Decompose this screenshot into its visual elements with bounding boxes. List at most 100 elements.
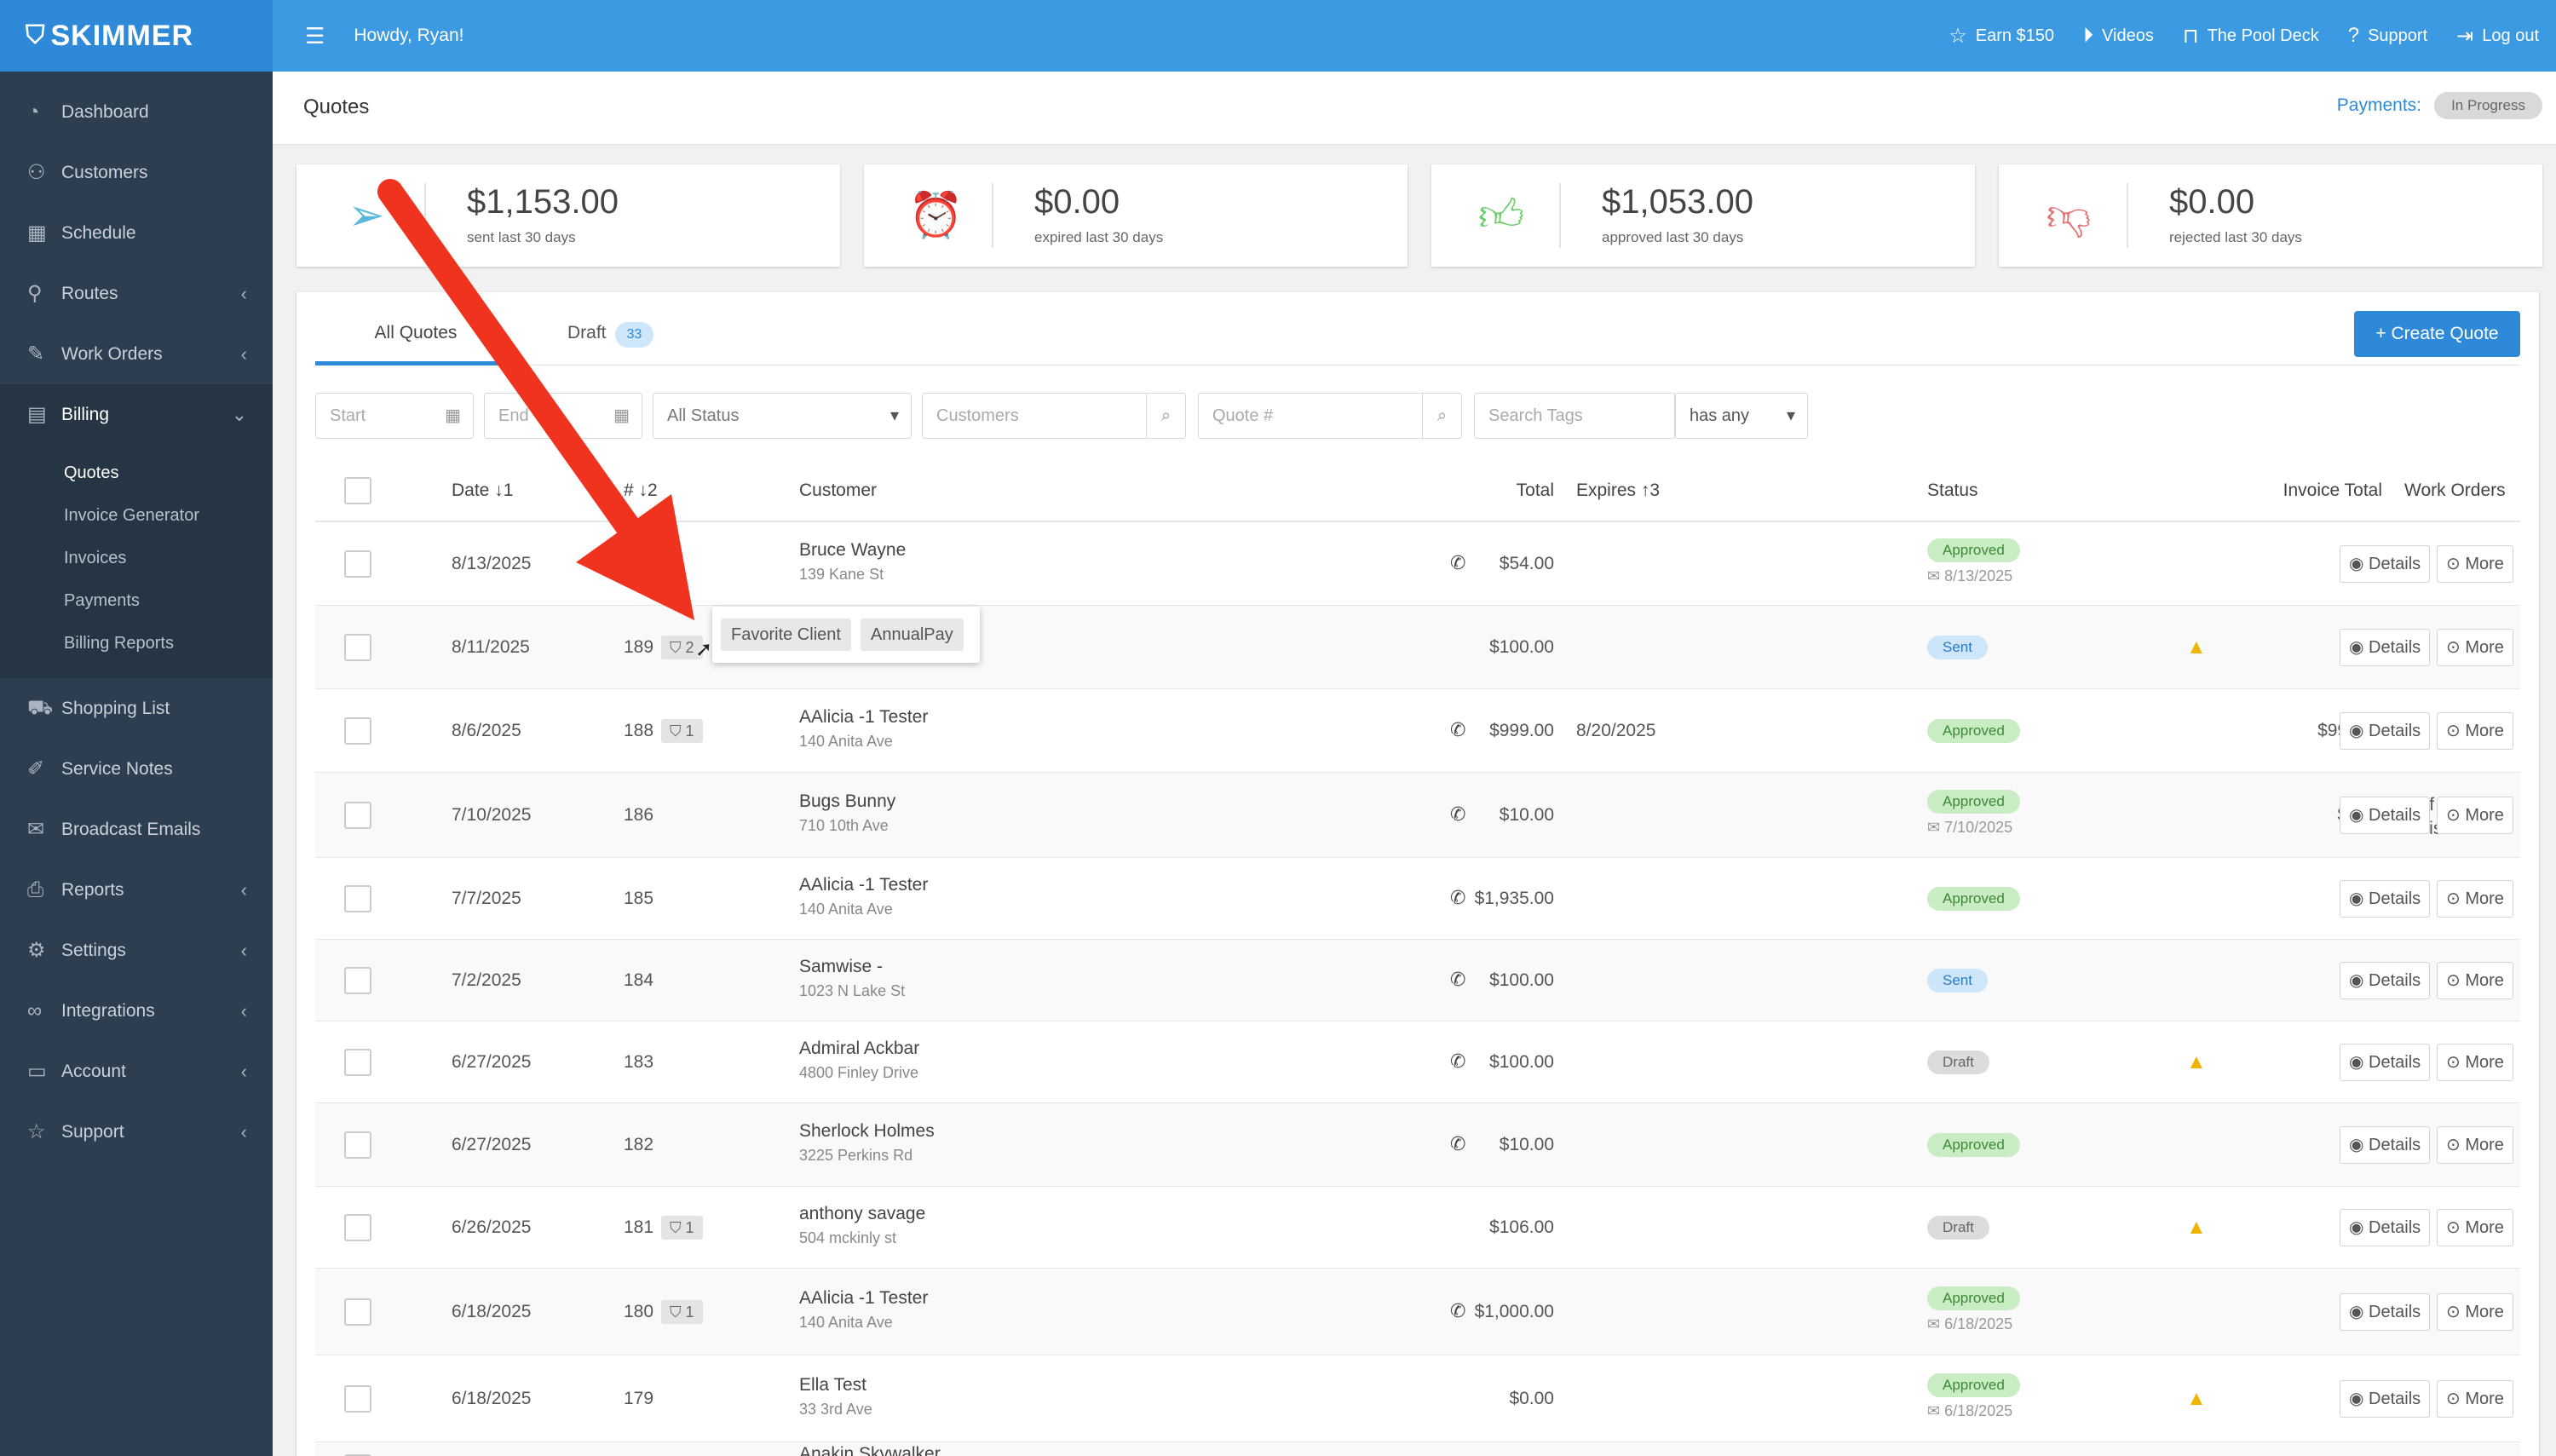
details-button[interactable]: ◉ Details [2340, 1044, 2431, 1081]
sidebar-item-billing[interactable]: ▤ Billing ⌄ [0, 384, 273, 445]
table-row[interactable]: 7/7/2025 185 AAlicia -1 Tester 140 Anita Av… [315, 858, 2520, 940]
row-checkbox[interactable] [344, 550, 371, 578]
details-button[interactable]: ◉ Details [2340, 1126, 2431, 1164]
row-checkbox[interactable] [344, 1214, 371, 1241]
search-tags-input[interactable]: Search Tags [1474, 393, 1675, 439]
more-button[interactable]: ⊙ More [2437, 629, 2513, 666]
row-customer[interactable]: Sherlock Holmes 3225 Perkins Rd [799, 1121, 935, 1165]
status-select[interactable]: All Status ▾ [653, 393, 912, 439]
more-button[interactable]: ⊙ More [2437, 712, 2513, 750]
row-tag-count[interactable]: ⛉ 1 [661, 1300, 703, 1324]
more-button[interactable]: ⊙ More [2437, 880, 2513, 918]
row-customer[interactable]: Bruce Wayne 139 Kane St [799, 540, 906, 584]
column-status[interactable]: Status [1927, 459, 1978, 522]
column-invoice-total[interactable]: Invoice Total [2190, 459, 2382, 522]
table-row[interactable]: 8/6/2025 188 ⛉ 1 AAlicia -1 Tester 140 Anita… [315, 689, 2520, 773]
row-checkbox[interactable] [344, 634, 371, 661]
logout-link[interactable]: ⇥ Log out [2456, 24, 2539, 49]
more-button[interactable]: ⊙ More [2437, 1293, 2513, 1331]
submenu-item-quotes[interactable]: Quotes [0, 452, 273, 494]
sidebar-item-dashboard[interactable]: ◔ Dashboard [0, 82, 273, 142]
column-date[interactable]: Date ↓1 [452, 459, 513, 522]
customers-search-input[interactable]: Customers ⌕ [922, 393, 1186, 439]
row-checkbox[interactable] [344, 1049, 371, 1076]
submenu-item-invoices[interactable]: Invoices [0, 537, 273, 579]
more-button[interactable]: ⊙ More [2437, 545, 2513, 583]
row-tag-count[interactable]: ⛉ 1 [661, 1216, 703, 1240]
table-row[interactable]: 6/27/2025 183 Admiral Ackbar 4800 Finley Dr… [315, 1022, 2520, 1103]
sidebar-item-routes[interactable]: ⚲ Routes ‹ [0, 263, 273, 324]
details-button[interactable]: ◉ Details [2340, 1380, 2431, 1418]
row-checkbox[interactable] [344, 967, 371, 994]
column-work-orders[interactable]: Work Orders [2404, 459, 2506, 522]
row-customer[interactable]: Ella Test 33 3rd Ave [799, 1375, 872, 1419]
row-customer[interactable]: Bugs Bunny 710 10th Ave [799, 791, 895, 835]
details-button[interactable]: ◉ Details [2340, 797, 2431, 834]
payments-label[interactable]: Payments: [2337, 95, 2421, 116]
earn-link[interactable]: ☆ Earn $150 [1949, 24, 2054, 49]
table-row[interactable]: 7/10/2025 186 Bugs Bunny 710 10th Ave ✆ $10.0… [315, 773, 2520, 858]
sidebar-item-shopping-list[interactable]: ⛟ Shopping List [0, 678, 273, 739]
sidebar-item-work-orders[interactable]: ✎ Work Orders ‹ [0, 324, 273, 384]
row-checkbox[interactable] [344, 1298, 371, 1326]
details-button[interactable]: ◉ Details [2340, 545, 2431, 583]
search-icon[interactable]: ⌕ [1422, 394, 1461, 438]
start-date-input[interactable]: Start ▦ [315, 393, 474, 439]
quote-number-input[interactable]: Quote # ⌕ [1198, 393, 1462, 439]
details-button[interactable]: ◉ Details [2340, 880, 2431, 918]
row-checkbox[interactable] [344, 1385, 371, 1413]
select-all-checkbox[interactable] [344, 477, 371, 504]
sidebar-item-integrations[interactable]: ∞ Integrations ‹ [0, 981, 273, 1041]
row-customer[interactable]: Anakin Skywalker [799, 1444, 941, 1456]
sidebar-item-settings[interactable]: ⚙ Settings ‹ [0, 920, 273, 981]
sidebar-item-broadcast-emails[interactable]: ✉ Broadcast Emails [0, 799, 273, 860]
hamburger-menu-icon[interactable]: ☰ [305, 23, 325, 49]
column-total[interactable]: Total [1338, 459, 1554, 522]
tab-draft[interactable]: Draft 33 [567, 311, 654, 365]
row-customer[interactable]: AAlicia -1 Tester 140 Anita Ave [799, 707, 928, 751]
table-row[interactable]: 6/27/2025 182 Sherlock Holmes 3225 Perkins … [315, 1103, 2520, 1187]
details-button[interactable]: ◉ Details [2340, 712, 2431, 750]
more-button[interactable]: ⊙ More [2437, 797, 2513, 834]
support-link[interactable]: ? Support [2348, 24, 2427, 48]
row-checkbox[interactable] [344, 717, 371, 745]
table-row[interactable]: 8/13/2025 Bruce Wayne 139 Kane St ✆ $54.00 Ap… [315, 522, 2520, 606]
search-icon[interactable]: ⌕ [1146, 394, 1185, 438]
tag-mode-select[interactable]: has any ▾ [1675, 393, 1808, 439]
submenu-item-payments[interactable]: Payments [0, 579, 273, 622]
row-checkbox[interactable] [344, 1131, 371, 1159]
more-button[interactable]: ⊙ More [2437, 1126, 2513, 1164]
sidebar-item-schedule[interactable]: ▦ Schedule [0, 203, 273, 263]
details-button[interactable]: ◉ Details [2340, 629, 2431, 666]
details-button[interactable]: ◉ Details [2340, 1293, 2431, 1331]
column-expires[interactable]: Expires ↑3 [1576, 459, 1660, 522]
details-button[interactable]: ◉ Details [2340, 1209, 2431, 1246]
more-button[interactable]: ⊙ More [2437, 1380, 2513, 1418]
videos-link[interactable]: ⏵ Videos [2083, 24, 2154, 48]
column-customer[interactable]: Customer [799, 459, 877, 522]
pool-deck-link[interactable]: ⊓ The Pool Deck [2183, 24, 2319, 49]
submenu-item-billing-reports[interactable]: Billing Reports [0, 622, 273, 665]
table-row[interactable]: 6/18/2025 179 Ella Test 33 3rd Ave $0.00 Appr… [315, 1355, 2520, 1442]
more-button[interactable]: ⊙ More [2437, 1209, 2513, 1246]
sidebar-item-customers[interactable]: ⚇ Customers [0, 142, 273, 203]
row-tag-count[interactable]: ⛉ 1 [661, 719, 703, 743]
table-row[interactable]: Anakin SkywalkerApproved [315, 1442, 2520, 1456]
table-row[interactable]: 7/2/2025 184 Samwise -1023 N Lake St ✆ $100.… [315, 940, 2520, 1022]
sidebar-item-support[interactable]: ☆ Support ‹ [0, 1102, 273, 1162]
table-row[interactable]: 8/11/2025 189 ⛉ 2 $100.00 Sent ▲ ◉ Details ⊙ Mo… [315, 606, 2520, 689]
sidebar-item-service-notes[interactable]: ✐ Service Notes [0, 739, 273, 799]
column-number[interactable]: # ↓2 [624, 459, 658, 522]
row-customer[interactable]: anthony savage 504 mckinly st [799, 1204, 925, 1247]
end-date-input[interactable]: End ▦ [484, 393, 642, 439]
row-customer[interactable]: Admiral Ackbar 4800 Finley Drive [799, 1039, 919, 1082]
table-row[interactable]: 6/26/2025 181 ⛉ 1 anthony savage 504 mckinly… [315, 1187, 2520, 1269]
skimmer-logo[interactable]: ⛉ SKIMMER [0, 0, 273, 72]
tab-all-quotes[interactable]: All Quotes [315, 311, 516, 365]
details-button[interactable]: ◉ Details [2340, 962, 2431, 999]
submenu-item-invoice-generator[interactable]: Invoice Generator [0, 494, 273, 537]
sidebar-item-reports[interactable]: ⎙ Reports ‹ [0, 860, 273, 920]
row-customer[interactable]: AAlicia -1 Tester 140 Anita Ave [799, 875, 928, 918]
more-button[interactable]: ⊙ More [2437, 1044, 2513, 1081]
row-checkbox[interactable] [344, 885, 371, 912]
